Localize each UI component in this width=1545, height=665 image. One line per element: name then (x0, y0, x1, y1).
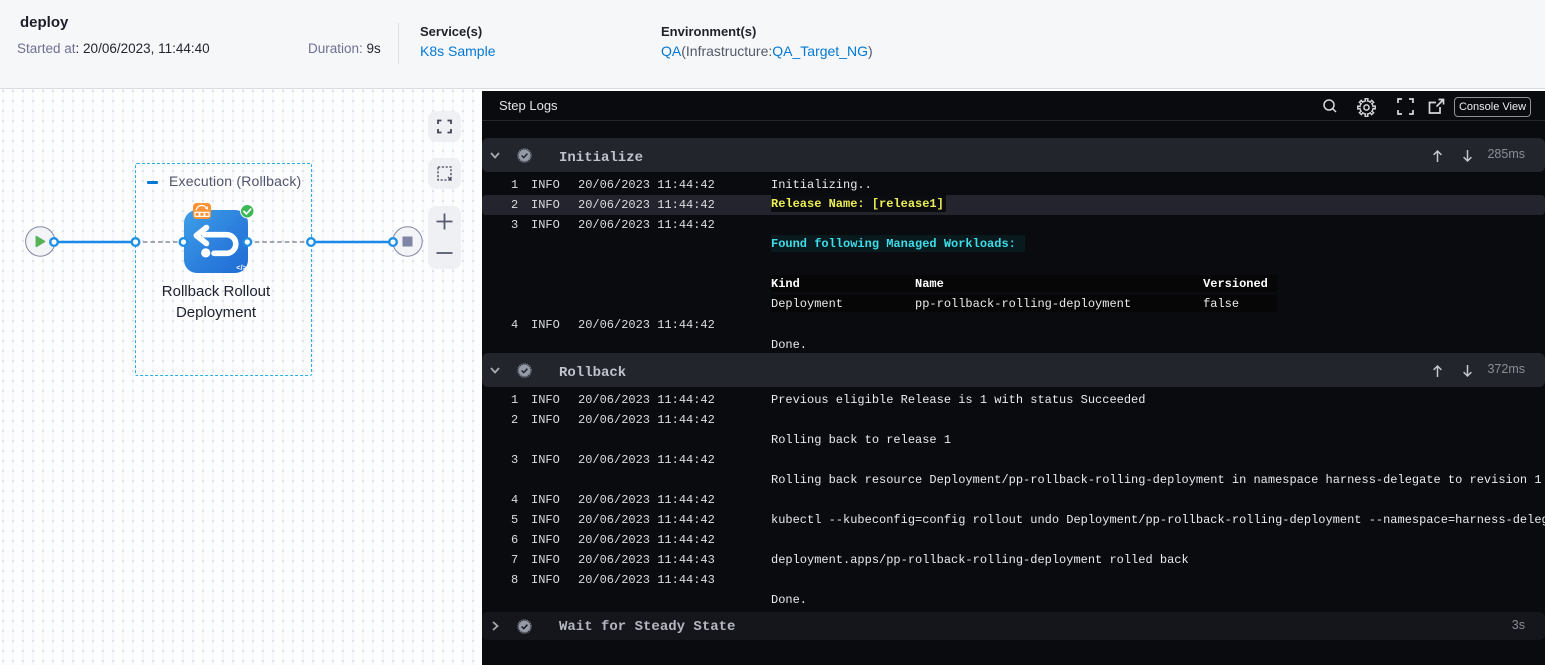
svg-text:</>: </> (236, 263, 247, 272)
